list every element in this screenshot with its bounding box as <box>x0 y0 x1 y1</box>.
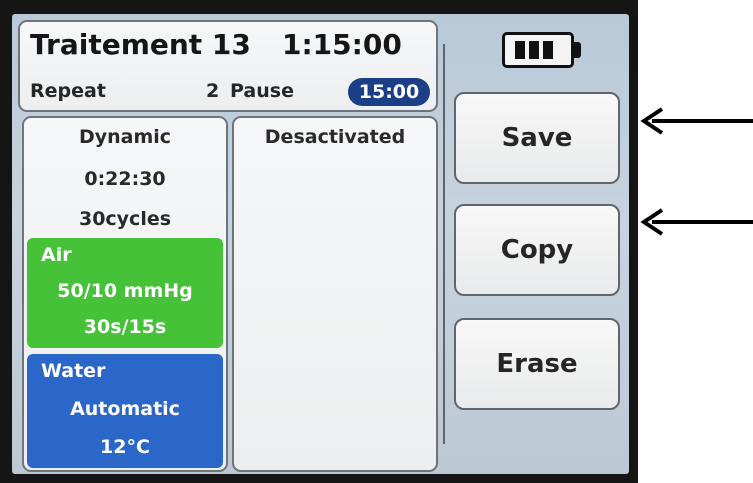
pause-label: Pause <box>230 80 294 102</box>
air-settings-block[interactable]: Air 50/10 mmHg 30s/15s <box>27 238 223 348</box>
water-temperature: 12°C <box>100 436 150 458</box>
treatment-total-time: 1:15:00 <box>282 28 402 61</box>
battery-full-icon <box>502 32 574 68</box>
sequence-status: Desactivated <box>264 126 406 148</box>
treatment-header[interactable]: Traitement 13 1:15:00 Repeat 2 Pause 15:… <box>18 20 438 112</box>
water-settings-block[interactable]: Water Automatic 12°C <box>27 354 223 468</box>
erase-button[interactable]: Erase <box>454 318 620 410</box>
air-label: Air <box>41 244 72 266</box>
repeat-label: Repeat <box>30 80 106 102</box>
air-timing: 30s/15s <box>83 316 167 338</box>
pause-time-badge[interactable]: 15:00 <box>348 78 430 106</box>
repeat-value[interactable]: 2 <box>206 80 219 102</box>
device-bezel: Traitement 13 1:15:00 Repeat 2 Pause 15:… <box>0 0 638 483</box>
water-mode: Automatic <box>70 398 180 420</box>
sequence-cycles: 30cycles <box>78 208 172 230</box>
left-arrow-icon <box>640 107 753 135</box>
sequence-mode: Dynamic <box>78 126 172 148</box>
panel-divider <box>443 44 445 444</box>
save-button[interactable]: Save <box>454 92 620 184</box>
device-screen: Traitement 13 1:15:00 Repeat 2 Pause 15:… <box>12 14 629 474</box>
sequence-duration: 0:22:30 <box>84 168 166 190</box>
battery-bar <box>543 41 553 59</box>
battery-terminal <box>573 42 581 58</box>
battery-bar <box>529 41 539 59</box>
left-arrow-icon <box>640 208 753 236</box>
copy-button[interactable]: Copy <box>454 204 620 296</box>
air-pressure: 50/10 mmHg <box>57 280 193 302</box>
sequence-column-2[interactable]: Desactivated <box>232 116 438 472</box>
sequence-column-1[interactable]: Dynamic 0:22:30 30cycles Air 50/10 mmHg … <box>22 116 228 472</box>
treatment-title: Traitement 13 <box>30 28 251 61</box>
battery-bar <box>515 41 525 59</box>
water-label: Water <box>41 360 106 382</box>
